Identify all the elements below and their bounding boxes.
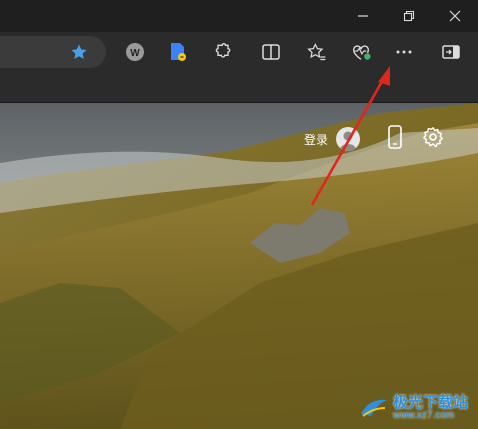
- svg-text:W: W: [130, 48, 140, 59]
- restore-button[interactable]: [386, 0, 432, 32]
- extension-w-button[interactable]: W: [119, 36, 151, 68]
- page-settings-button[interactable]: [421, 123, 445, 151]
- extensions-button[interactable]: [207, 36, 239, 68]
- close-icon: [449, 10, 461, 22]
- minimize-icon: [358, 15, 368, 17]
- watermark-text: 极光下载站: [392, 393, 468, 411]
- more-options-icon: [396, 50, 412, 54]
- close-button[interactable]: [432, 0, 478, 32]
- split-screen-button[interactable]: [255, 36, 287, 68]
- title-bar: [0, 0, 478, 32]
- extensions-puzzle-icon: [215, 43, 231, 58]
- sidebar-toggle-icon: [442, 45, 460, 59]
- address-bar[interactable]: [0, 36, 106, 68]
- mobile-button[interactable]: [384, 123, 406, 151]
- split-screen-icon: [262, 44, 280, 60]
- avatar[interactable]: [336, 127, 360, 151]
- more-options-button[interactable]: [388, 36, 420, 68]
- sidebar-toggle-button[interactable]: [435, 36, 467, 68]
- landscape-background-image: [0, 103, 478, 429]
- favorite-star-icon[interactable]: [70, 43, 88, 61]
- user-icon: [339, 131, 357, 151]
- browser-essentials-button[interactable]: [345, 36, 377, 68]
- watermark-logo-icon: [360, 399, 387, 417]
- browser-essentials-icon: [353, 45, 371, 60]
- read-aloud-button[interactable]: [162, 36, 194, 68]
- extension-w-icon: W: [126, 43, 144, 61]
- browser-toolbar: W: [0, 32, 478, 92]
- favorites-icon: [307, 43, 326, 61]
- favorites-bar: [0, 72, 478, 103]
- watermark-url: www.xz7.com: [392, 409, 455, 421]
- read-aloud-icon: [171, 43, 186, 61]
- minimize-button[interactable]: [340, 0, 386, 32]
- favorites-button[interactable]: [301, 36, 333, 68]
- phone-icon: [388, 125, 402, 149]
- watermark: 极光下载站 www.xz7.com: [359, 393, 468, 421]
- new-tab-page: 登录 极光下载站 www.xz7.com: [0, 103, 478, 429]
- gear-icon: [423, 127, 443, 148]
- restore-icon: [403, 10, 415, 22]
- sign-in-link[interactable]: 登录: [304, 131, 328, 148]
